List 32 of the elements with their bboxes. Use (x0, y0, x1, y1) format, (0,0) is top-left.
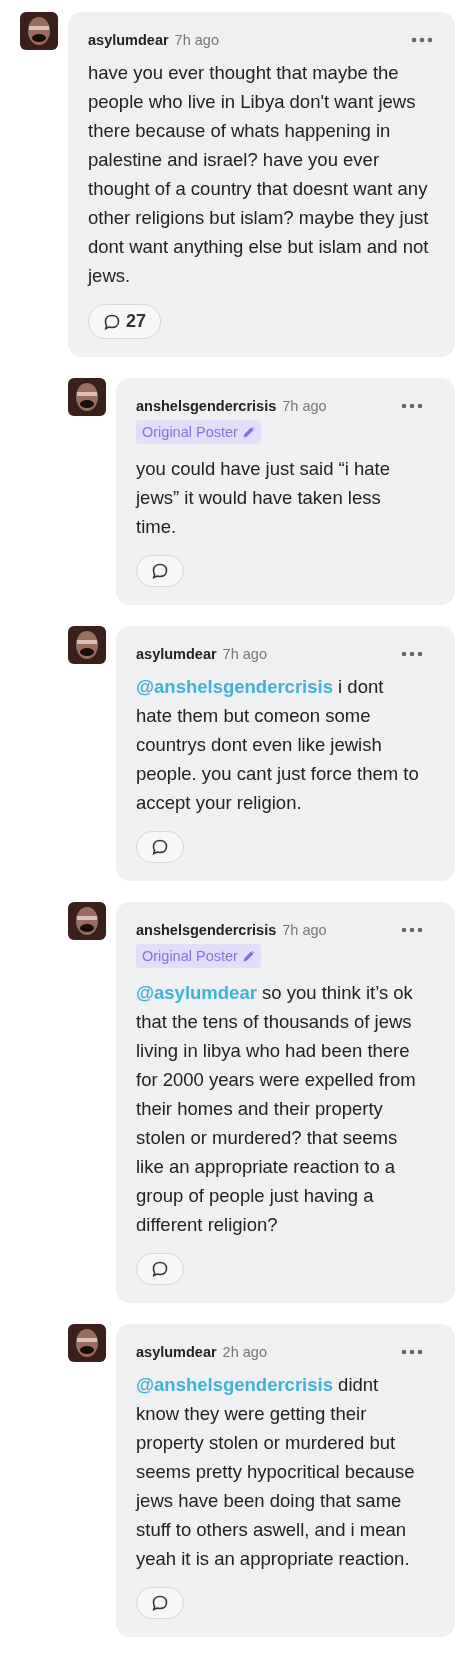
timestamp: 2h ago (222, 1344, 267, 1360)
original-poster-badge: Original Poster (136, 420, 261, 444)
more-icon[interactable] (401, 1349, 423, 1355)
more-icon[interactable] (401, 927, 423, 933)
username[interactable]: anshelsgendercrisis (136, 398, 277, 414)
timestamp: 7h ago (222, 646, 267, 662)
comment-text: you could have just said “i hate jews” it would have taken less time. (136, 457, 391, 539)
speech-bubble-icon (151, 838, 169, 856)
speech-bubble-icon (151, 562, 169, 580)
username[interactable]: asylumdear (136, 1344, 217, 1360)
comment-text: @asylumdear so you think it’s ok that the tens of thousands of jews living in libya who had been there for 2000 years were expelled from their homes and their property stolen or murdered? that seems like an appropriate reaction to a group of people just having a different religion? (136, 981, 417, 1237)
username[interactable]: asylumdear (88, 32, 169, 48)
timestamp: 7h ago (282, 398, 327, 414)
reply-button[interactable] (136, 1253, 184, 1285)
username[interactable]: asylumdear (136, 646, 217, 662)
comment-text: @anshelsgendercrisis didnt know they were getting their property stolen or murdered but seems pretty hypocritical because jews have been doing that same stuff to others aswell, and i mean yeah it is an appropriate reaction. (136, 1373, 416, 1571)
reply-button[interactable] (136, 1587, 184, 1619)
reply-button[interactable] (136, 555, 184, 587)
more-icon[interactable] (401, 403, 423, 409)
more-icon[interactable] (401, 651, 423, 657)
timestamp: 7h ago (174, 32, 219, 48)
username[interactable]: anshelsgendercrisis (136, 922, 277, 938)
speech-bubble-icon (103, 312, 121, 331)
comment-text: have you ever thought that maybe the people who live in Libya don't want jews there because of whats happening in palestine and israel? have you ever thought of a country that doesnt want any other religions but islam? maybe they just dont want anything else but islam and not jews. (88, 61, 430, 288)
speech-bubble-icon (151, 1594, 169, 1612)
reply-button[interactable] (136, 831, 184, 863)
comment-text: @anshelsgendercrisis i dont hate them but comeon some countrys dont even like jewish people. you cant just force them to accept your religion. (136, 675, 420, 815)
reply-button[interactable]: 27 (88, 304, 162, 339)
original-poster-badge: Original Poster (136, 944, 261, 968)
speech-bubble-icon (151, 1260, 169, 1278)
more-icon[interactable] (411, 37, 433, 43)
timestamp: 7h ago (282, 922, 327, 938)
